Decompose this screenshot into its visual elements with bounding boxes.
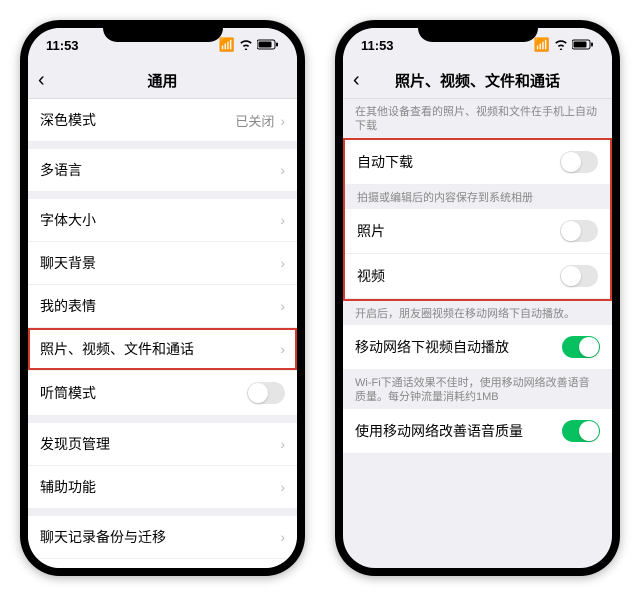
value: 已关闭: [235, 114, 274, 129]
toggle-video[interactable]: [560, 265, 598, 287]
chevron-right-icon: ›: [280, 529, 285, 545]
toggle-earpiece[interactable]: [247, 382, 285, 404]
highlight-group: 自动下载 拍摄或编辑后的内容保存到系统相册 照片 视频: [343, 138, 612, 301]
wifi-icon: [239, 38, 253, 53]
row-language[interactable]: 多语言 ›: [28, 149, 297, 192]
phone-left: 11:53 📶 ‹ 通用 深色模式 已关闭 › 多语言: [20, 20, 305, 576]
label: 聊天背景: [40, 253, 96, 273]
label: 照片: [357, 221, 385, 241]
status-time: 11:53: [361, 38, 394, 53]
label: 自动下载: [357, 152, 413, 172]
chevron-right-icon: ›: [280, 255, 285, 271]
row-chat-bg[interactable]: 聊天背景 ›: [28, 242, 297, 285]
signal-icon: 📶: [534, 37, 550, 53]
row-auto-download[interactable]: 自动下载: [345, 140, 610, 185]
page-title: 通用: [147, 70, 177, 91]
chevron-right-icon: ›: [280, 212, 285, 228]
label: 照片、视频、文件和通话: [40, 339, 194, 359]
row-dark-mode[interactable]: 深色模式 已关闭 ›: [28, 99, 297, 142]
label: 我的表情: [40, 296, 96, 316]
navbar: ‹ 照片、视频、文件和通话: [343, 62, 612, 99]
status-right: 📶: [219, 37, 279, 53]
notch: [103, 20, 223, 42]
battery-icon: [257, 38, 279, 53]
label: 发现页管理: [40, 434, 110, 454]
row-accessibility[interactable]: 辅助功能 ›: [28, 466, 297, 509]
section-header: 拍摄或编辑后的内容保存到系统相册: [345, 185, 610, 209]
chevron-right-icon: ›: [280, 341, 285, 357]
label: 字体大小: [40, 210, 96, 230]
back-icon[interactable]: ‹: [38, 69, 45, 92]
phone-right: 11:53 📶 ‹ 照片、视频、文件和通话 在其他设备查看的照片、视频和文件在手…: [335, 20, 620, 576]
row-earpiece-mode[interactable]: 听筒模式: [28, 371, 297, 416]
label: 视频: [357, 266, 385, 286]
row-font-size[interactable]: 字体大小 ›: [28, 199, 297, 242]
label: 听筒模式: [40, 383, 96, 403]
section-header: 开启后，朋友圈视频在移动网络下自动播放。: [343, 301, 612, 325]
toggle-voice-quality[interactable]: [562, 420, 600, 442]
toggle-photo[interactable]: [560, 220, 598, 242]
screen-left: 11:53 📶 ‹ 通用 深色模式 已关闭 › 多语言: [28, 28, 297, 568]
chevron-right-icon: ›: [280, 436, 285, 452]
content-left[interactable]: 深色模式 已关闭 › 多语言 › 字体大小 › 聊天背景 › 我的表情 ›: [28, 99, 297, 568]
chevron-right-icon: ›: [280, 162, 285, 178]
row-discover[interactable]: 发现页管理 ›: [28, 423, 297, 466]
status-time: 11:53: [46, 38, 79, 53]
content-right[interactable]: 在其他设备查看的照片、视频和文件在手机上自动下载 自动下载 拍摄或编辑后的内容保…: [343, 99, 612, 568]
label: 使用移动网络改善语音质量: [355, 421, 523, 441]
chevron-right-icon: ›: [280, 479, 285, 495]
wifi-icon: [554, 38, 568, 53]
label: 移动网络下视频自动播放: [355, 337, 509, 357]
battery-icon: [572, 38, 594, 53]
row-photo[interactable]: 照片: [345, 209, 610, 254]
row-backup[interactable]: 聊天记录备份与迁移 ›: [28, 516, 297, 559]
row-video[interactable]: 视频: [345, 254, 610, 299]
notch: [418, 20, 538, 42]
chevron-right-icon: ›: [280, 113, 285, 129]
label: 多语言: [40, 160, 82, 180]
page-title: 照片、视频、文件和通话: [395, 70, 560, 91]
screen-right: 11:53 📶 ‹ 照片、视频、文件和通话 在其他设备查看的照片、视频和文件在手…: [343, 28, 612, 568]
label: 深色模式: [40, 110, 96, 130]
label: 辅助功能: [40, 477, 96, 497]
navbar: ‹ 通用: [28, 62, 297, 99]
row-autoplay[interactable]: 移动网络下视频自动播放: [343, 325, 612, 370]
toggle-auto-download[interactable]: [560, 151, 598, 173]
section-header: 在其他设备查看的照片、视频和文件在手机上自动下载: [343, 99, 612, 138]
chevron-right-icon: ›: [280, 298, 285, 314]
section-header: Wi-Fi下通话效果不佳时，使用移动网络改善语音质量。每分钟流量消耗约1MB: [343, 370, 612, 409]
row-stickers[interactable]: 我的表情 ›: [28, 285, 297, 328]
back-icon[interactable]: ‹: [353, 69, 360, 92]
row-media-files[interactable]: 照片、视频、文件和通话 ›: [28, 328, 297, 371]
row-storage[interactable]: 存储空间 ›: [28, 559, 297, 568]
signal-icon: 📶: [219, 37, 235, 53]
row-voice-quality[interactable]: 使用移动网络改善语音质量: [343, 409, 612, 454]
status-right: 📶: [534, 37, 594, 53]
toggle-autoplay[interactable]: [562, 336, 600, 358]
label: 聊天记录备份与迁移: [40, 527, 166, 547]
